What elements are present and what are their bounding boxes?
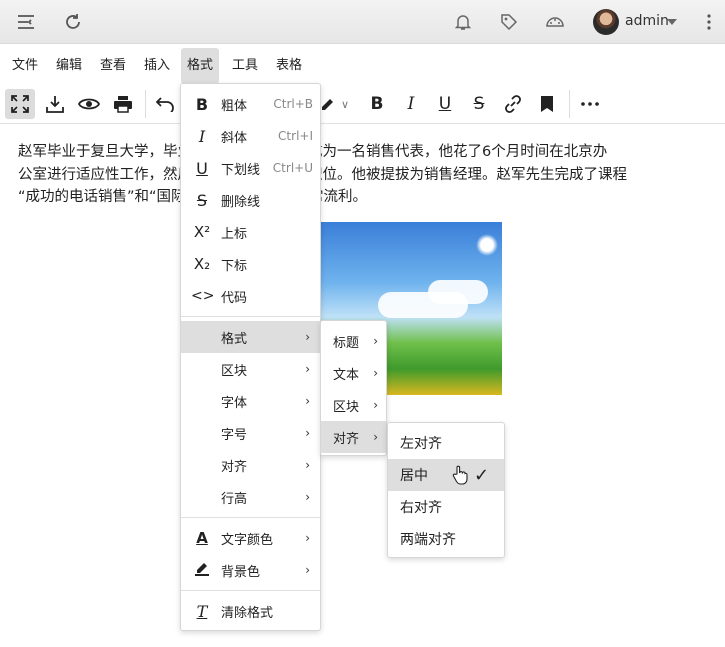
menu-file[interactable]: 文件 [6, 48, 44, 84]
undo-icon[interactable] [150, 89, 180, 119]
formats-submenu: 标题 › 文本 › 区块 › 对齐 › [320, 320, 387, 456]
hand-cursor-icon [452, 465, 468, 490]
code-icon: <> [191, 288, 215, 304]
underline-icon: U [196, 158, 208, 178]
menu-insert[interactable]: 插入 [138, 48, 176, 84]
fullscreen-icon[interactable] [5, 89, 35, 119]
chevron-right-icon: › [305, 362, 310, 376]
menu-divider [181, 590, 320, 591]
chevron-right-icon: › [305, 531, 310, 545]
chevron-right-icon: › [305, 330, 310, 344]
align-justify-option[interactable]: 两端对齐 [388, 523, 504, 555]
paragraph-line: 赵军毕业于复旦大学，毕业后他立即加入公司成为一名销售代表，他花了6个月时间在北京… [18, 141, 708, 164]
chevron-right-icon: › [305, 394, 310, 408]
strikethrough-icon[interactable]: S [464, 89, 494, 119]
menu-item-italic[interactable]: I 斜体 Ctrl+I [181, 120, 320, 152]
text-color-icon: A [196, 529, 208, 547]
paragraph-line: “成功的电话销售”和“国际销售”。他的法语非常流利。 [18, 186, 708, 209]
chevron-right-icon: › [305, 426, 310, 440]
editor-toolbar: ∨ B I U S [0, 84, 725, 124]
print-icon[interactable] [108, 89, 138, 119]
more-horizontal-icon[interactable] [575, 89, 605, 119]
menu-item-fontsize[interactable]: 字号 › [181, 417, 320, 449]
menu-item-background-color[interactable]: 背景色 › [181, 554, 320, 586]
menu-item-subscript[interactable]: X₂ 下标 [181, 248, 320, 280]
bold-icon[interactable]: B [362, 89, 392, 119]
top-bar: admin [0, 0, 725, 44]
chevron-right-icon: › [373, 366, 378, 380]
paragraph-line: 公室进行适应性工作，然后被分配到一个固定职位。他被提拔为销售经理。赵军先生完成了… [18, 166, 627, 183]
sun-shape [476, 234, 498, 256]
save-download-icon[interactable] [40, 89, 70, 119]
align-center-option[interactable]: 居中 ✓ [388, 459, 504, 491]
menu-item-bold[interactable]: B 粗体 Ctrl+B [181, 88, 320, 120]
submenu-item-headings[interactable]: 标题 › [321, 325, 386, 357]
cloud-shape [428, 280, 488, 304]
menu-item-superscript[interactable]: X² 上标 [181, 216, 320, 248]
menu-divider [181, 316, 320, 317]
link-icon[interactable] [498, 89, 528, 119]
menu-tools[interactable]: 工具 [226, 48, 264, 84]
italic-icon: I [198, 126, 206, 146]
tag-icon[interactable] [497, 10, 521, 34]
menu-item-strikethrough[interactable]: S 删除线 [181, 184, 320, 216]
chevron-right-icon: › [305, 563, 310, 577]
submenu-item-blocks[interactable]: 区块 › [321, 389, 386, 421]
submenu-item-align[interactable]: 对齐 › [321, 421, 386, 453]
chevron-right-icon: › [305, 458, 310, 472]
chevron-down-icon[interactable]: ∨ [336, 89, 354, 119]
menu-edit[interactable]: 编辑 [50, 48, 88, 84]
superscript-icon: X² [193, 223, 211, 241]
user-name[interactable]: admin [625, 13, 669, 29]
italic-icon[interactable]: I [396, 89, 426, 119]
menu-toggle-icon[interactable] [14, 10, 38, 34]
format-menu: B 粗体 Ctrl+B I 斜体 Ctrl+I U 下划线 Ctrl+U S 删… [180, 83, 321, 631]
menu-item-lineheight[interactable]: 行高 › [181, 481, 320, 513]
palette-icon[interactable] [543, 10, 567, 34]
align-left-option[interactable]: 左对齐 [388, 427, 504, 459]
highlight-pen-icon [191, 560, 213, 580]
clear-format-icon: T [196, 601, 208, 621]
menu-item-code[interactable]: <> 代码 [181, 280, 320, 312]
more-vertical-icon[interactable] [697, 10, 721, 34]
preview-eye-icon[interactable] [74, 89, 104, 119]
menu-item-underline[interactable]: U 下划线 Ctrl+U [181, 152, 320, 184]
menu-item-text-color[interactable]: A 文字颜色 › [181, 522, 320, 554]
toolbar-divider [145, 90, 146, 118]
submenu-item-inline[interactable]: 文本 › [321, 357, 386, 389]
bell-icon[interactable] [451, 10, 475, 34]
menu-item-blocks[interactable]: 区块 › [181, 353, 320, 385]
editor-menubar: 文件 编辑 查看 插入 格式 工具 表格 [0, 48, 725, 84]
menu-item-formats[interactable]: 格式 › [181, 321, 320, 353]
menu-item-fonts[interactable]: 字体 › [181, 385, 320, 417]
align-right-option[interactable]: 右对齐 [388, 491, 504, 523]
avatar[interactable] [593, 9, 619, 35]
strikethrough-icon: S [196, 190, 208, 210]
subscript-icon: X₂ [193, 255, 211, 273]
chevron-down-icon[interactable] [667, 19, 677, 25]
refresh-icon[interactable] [61, 10, 85, 34]
menu-table[interactable]: 表格 [270, 48, 308, 84]
check-icon: ✓ [474, 464, 490, 486]
menu-divider [181, 517, 320, 518]
menu-format[interactable]: 格式 [181, 48, 220, 84]
editor-content[interactable]: 赵军毕业于复旦大学，毕业后他立即加入公司成为一名销售代表，他花了6个月时间在北京… [18, 141, 708, 209]
chevron-right-icon: › [373, 334, 378, 348]
chevron-right-icon: › [373, 398, 378, 412]
bold-icon: B [195, 94, 209, 114]
chevron-right-icon: › [305, 490, 310, 504]
bookmark-icon[interactable] [532, 89, 562, 119]
menu-item-align[interactable]: 对齐 › [181, 449, 320, 481]
underline-icon[interactable]: U [430, 89, 460, 119]
align-submenu: 左对齐 居中 ✓ 右对齐 两端对齐 [387, 422, 505, 558]
menu-item-clear-formatting[interactable]: T 清除格式 [181, 595, 320, 627]
chevron-right-icon: › [373, 430, 378, 444]
toolbar-divider [569, 90, 570, 118]
menu-view[interactable]: 查看 [94, 48, 132, 84]
